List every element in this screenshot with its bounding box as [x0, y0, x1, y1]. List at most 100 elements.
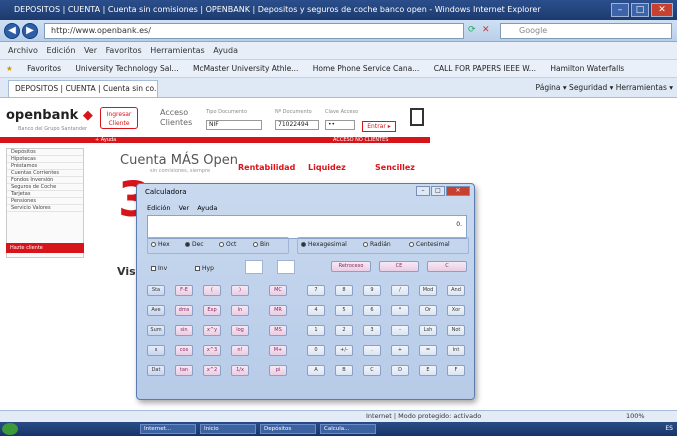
calc-key[interactable]: = [419, 345, 437, 356]
menu-item-ayuda[interactable]: Ayuda [213, 46, 238, 55]
calc-key[interactable]: Exp [203, 305, 221, 316]
search-input[interactable]: Google [500, 23, 672, 39]
menu-item-ver[interactable]: Ver [84, 46, 97, 55]
calc-key[interactable]: Dat [147, 365, 165, 376]
calc-key[interactable]: Sta [147, 285, 165, 296]
radio-centesimal[interactable]: Centesimal [409, 241, 450, 248]
calc-key[interactable]: pi [269, 365, 287, 376]
calc-key[interactable]: F [447, 365, 465, 376]
calc-key[interactable]: MS [269, 325, 287, 336]
calc-key[interactable]: . [363, 345, 381, 356]
fav-link[interactable]: CALL FOR PAPERS IEEE W... [434, 64, 536, 73]
calc-key[interactable]: Sum [147, 325, 165, 336]
calc-menu-ver[interactable]: Ver [179, 204, 190, 212]
calc-key[interactable]: 4 [307, 305, 325, 316]
calc-key[interactable]: Xor [447, 305, 465, 316]
calc-key[interactable]: n! [231, 345, 249, 356]
calc-key[interactable]: +/- [335, 345, 353, 356]
radio-hex[interactable]: Hex [151, 241, 170, 248]
maximize-button[interactable]: □ [631, 3, 649, 17]
radio-hexagesimal[interactable]: Hexagesimal [301, 241, 347, 248]
keyboard-icon[interactable] [410, 108, 424, 126]
calc-key[interactable]: Int [447, 345, 465, 356]
calc-key[interactable]: MR [269, 305, 287, 316]
entrar-button[interactable]: Entrar ▸ [362, 121, 396, 132]
calc-key[interactable]: dms [175, 305, 193, 316]
calc-key[interactable]: Ave [147, 305, 165, 316]
c-key[interactable]: C [427, 261, 467, 272]
ayuda-link[interactable]: + Ayuda [95, 137, 116, 143]
calc-key[interactable]: 0 [307, 345, 325, 356]
radio-bin[interactable]: Bin [253, 241, 270, 248]
calc-key[interactable]: Lsh [419, 325, 437, 336]
start-button[interactable] [2, 423, 18, 435]
openbank-logo[interactable]: openbank ◆ [6, 108, 93, 123]
calculator-window[interactable]: Calculadora – □ ✕ Edición Ver Ayuda 0. H… [136, 183, 475, 400]
calc-maximize-button[interactable]: □ [431, 186, 445, 196]
acceso-no-clientes-link[interactable]: ACCESO NO CLIENTES [333, 137, 388, 143]
menu-item-herramientas[interactable]: Herramientas [150, 46, 205, 55]
calc-key[interactable]: - [391, 325, 409, 336]
taskbar-button[interactable]: Internet... [140, 424, 196, 434]
calc-key[interactable]: MC [269, 285, 287, 296]
password-input[interactable]: •• [325, 120, 355, 130]
sidebar-item[interactable]: Tarjetas [7, 191, 83, 198]
calc-minimize-button[interactable]: – [416, 186, 430, 196]
calc-key[interactable]: 6 [363, 305, 381, 316]
calc-key[interactable]: 1 [307, 325, 325, 336]
sidebar-item[interactable]: Hipotecas [7, 156, 83, 163]
calc-key[interactable]: ( [203, 285, 221, 296]
calc-key[interactable]: And [447, 285, 465, 296]
radio-dec[interactable]: Dec [185, 241, 204, 248]
radio-oct[interactable]: Oct [219, 241, 236, 248]
refresh-icon[interactable]: ⟳ [468, 25, 476, 35]
calc-key[interactable]: M+ [269, 345, 287, 356]
sidebar-item[interactable]: Depósitos [7, 149, 83, 156]
tray-language[interactable]: ES [665, 424, 673, 434]
calc-close-button[interactable]: ✕ [446, 186, 470, 196]
calc-menu-ayuda[interactable]: Ayuda [197, 204, 217, 212]
minimize-button[interactable]: – [611, 3, 629, 17]
hazte-cliente-button[interactable]: Hazte cliente [6, 243, 84, 253]
menu-item-archivo[interactable]: Archivo [8, 46, 38, 55]
forward-button[interactable]: ▶ [22, 23, 38, 39]
calc-key[interactable]: tan [175, 365, 193, 376]
command-bar[interactable]: Página ▾ Seguridad ▾ Herramientas ▾ [536, 80, 673, 96]
calc-key[interactable]: cos [175, 345, 193, 356]
calc-key[interactable]: x^2 [203, 365, 221, 376]
calc-key[interactable]: 3 [363, 325, 381, 336]
taskbar-button[interactable]: Depósitos [260, 424, 316, 434]
calc-key[interactable]: log [231, 325, 249, 336]
sidebar-item[interactable]: Pensiones [7, 198, 83, 205]
calc-key[interactable]: 5 [335, 305, 353, 316]
close-button[interactable]: ✕ [651, 3, 673, 17]
calc-key[interactable]: B [335, 365, 353, 376]
ce-key[interactable]: CE [379, 261, 419, 272]
checkbox-inv[interactable]: Inv [151, 265, 167, 272]
backspace-key[interactable]: Retroceso [331, 261, 371, 272]
calc-key[interactable]: 1/x [231, 365, 249, 376]
calc-key[interactable]: x^y [203, 325, 221, 336]
calc-key[interactable]: D [391, 365, 409, 376]
fav-link[interactable]: Home Phone Service Cana... [313, 64, 420, 73]
sidebar-item[interactable]: Fondos Inversión [7, 177, 83, 184]
calc-key[interactable]: E [419, 365, 437, 376]
menu-item-favoritos[interactable]: Favoritos [106, 46, 142, 55]
radio-radian[interactable]: Radián [363, 241, 391, 248]
sidebar-item[interactable]: Cuentas Corrientes [7, 170, 83, 177]
sidebar-item[interactable]: Préstamos [7, 163, 83, 170]
fav-link[interactable]: Hamilton Waterfalls [550, 64, 624, 73]
url-input[interactable]: http://www.openbank.es/ [44, 23, 464, 39]
calc-key[interactable]: ) [231, 285, 249, 296]
fav-link[interactable]: McMaster University Athle... [193, 64, 298, 73]
calc-key[interactable]: 8 [335, 285, 353, 296]
calc-key[interactable]: + [391, 345, 409, 356]
zoom-level[interactable]: 100% [626, 411, 645, 422]
sidebar-item[interactable]: Servicio Valores [7, 205, 83, 212]
calc-key[interactable]: x^3 [203, 345, 221, 356]
ingresar-cliente-button[interactable]: Ingresar Cliente [100, 107, 138, 129]
sidebar-item[interactable]: Seguros de Coche [7, 184, 83, 191]
calc-key[interactable]: Mod [419, 285, 437, 296]
fav-link[interactable]: University Technology Sal... [75, 64, 178, 73]
tab-active[interactable]: DEPOSITOS | CUENTA | Cuenta sin co... [8, 80, 158, 97]
